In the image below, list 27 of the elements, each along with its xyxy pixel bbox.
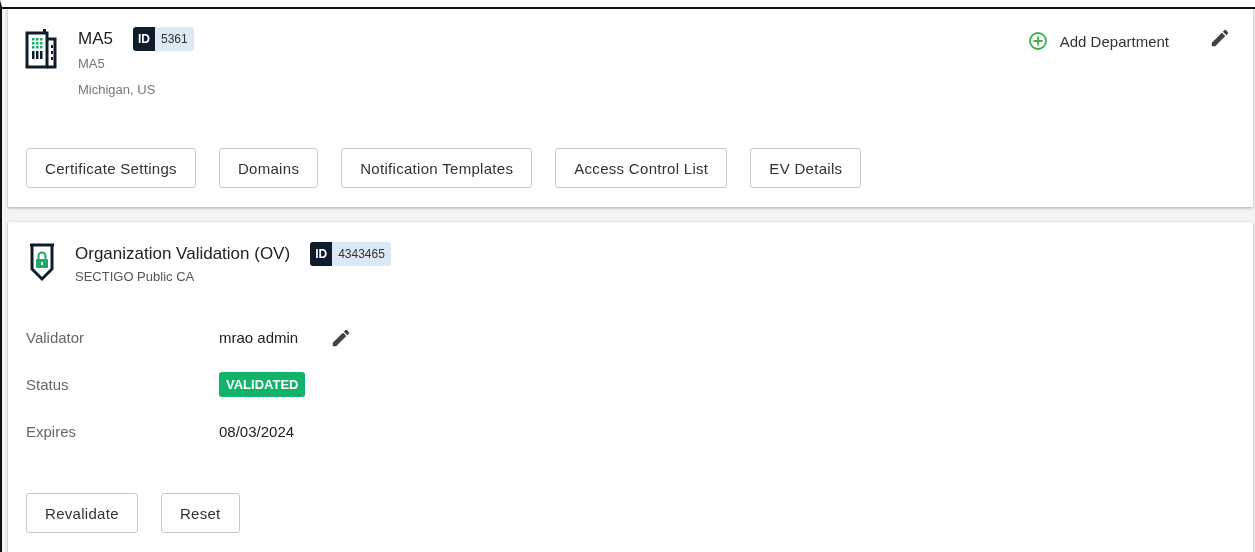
action-button[interactable]: Revalidate (26, 493, 138, 533)
id-value: 5361 (154, 27, 194, 51)
tab-button[interactable]: Notification Templates (341, 148, 533, 188)
field-value: mrao admin (219, 329, 299, 346)
action-button[interactable]: Reset (160, 493, 240, 533)
building-icon (24, 29, 60, 69)
tab-button[interactable]: Certificate Settings (26, 148, 196, 188)
id-label: ID (132, 27, 155, 51)
id-label: ID (310, 242, 333, 266)
plus-circle-icon (1027, 31, 1048, 51)
department-location: Michigan, US (78, 82, 157, 97)
edit-icon[interactable] (1209, 27, 1231, 49)
id-value: 4343465 (332, 242, 391, 266)
validation-subtitle: SECTIGO Public CA (75, 269, 196, 284)
tab-button[interactable]: Domains (218, 148, 319, 188)
field-value: 08/03/2024 (219, 423, 295, 440)
validation-title: Organization Validation (OV) (75, 244, 291, 264)
department-subtitle: MA5 (78, 56, 106, 71)
field-label: Validator (26, 328, 86, 348)
tab-button[interactable]: Access Control List (555, 148, 728, 188)
shield-lock-icon (27, 242, 57, 284)
department-name: MA5 (78, 29, 113, 49)
add-department-button[interactable]: Add Department (1027, 31, 1169, 51)
field-label: Status (26, 375, 70, 395)
field-label: Expires (26, 422, 78, 442)
status-badge: VALIDATED (219, 372, 306, 397)
tab-button[interactable]: EV Details (750, 148, 862, 188)
